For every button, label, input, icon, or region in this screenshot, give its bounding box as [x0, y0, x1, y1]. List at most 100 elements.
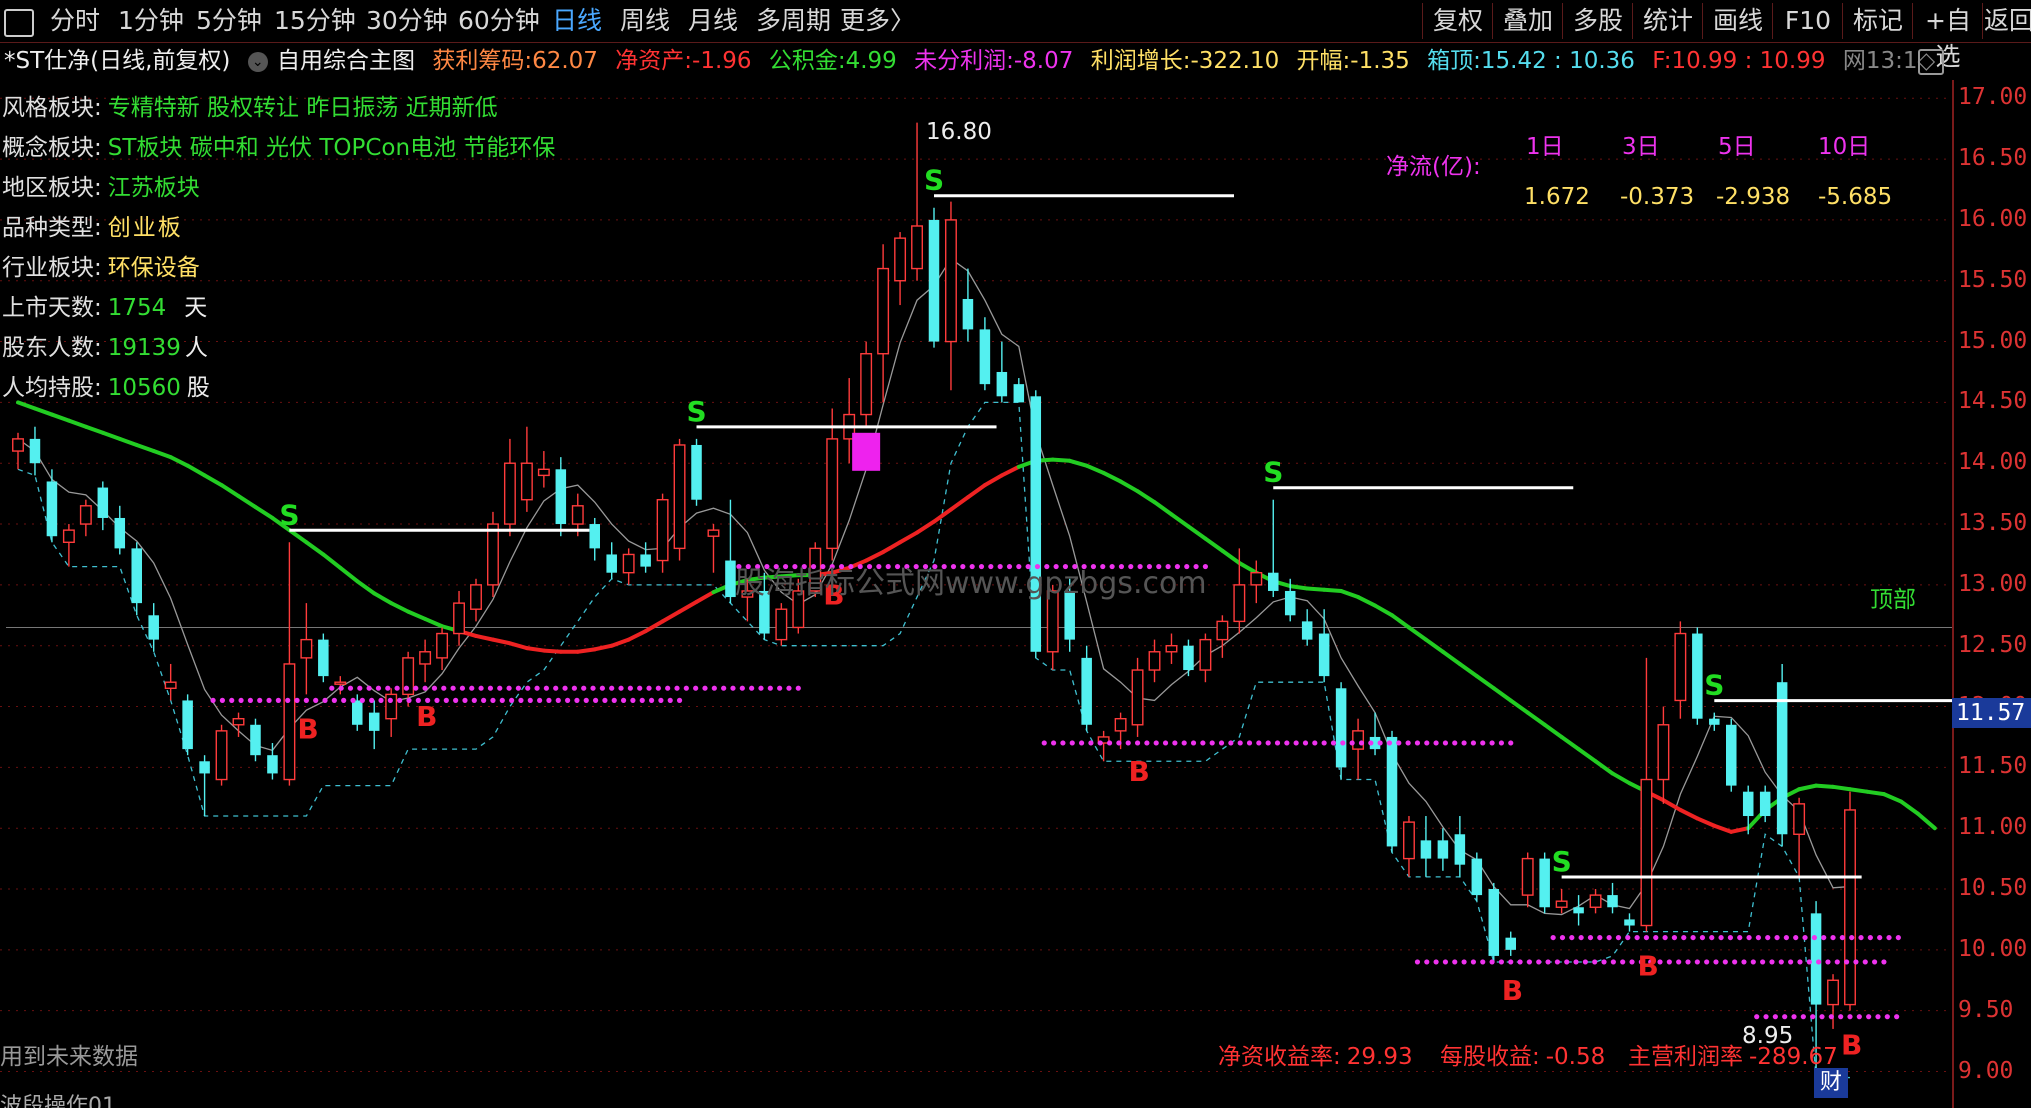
support-dot — [1856, 1014, 1862, 1020]
support-dot — [1172, 740, 1178, 746]
sell-signal-marker: S — [279, 498, 299, 531]
support-dot — [1825, 959, 1831, 965]
support-dot — [553, 685, 559, 691]
axis-tick-label: 10.50 — [1958, 875, 2028, 902]
support-dot — [490, 697, 496, 703]
trend-line-segment — [1152, 500, 1174, 517]
candle-body — [537, 468, 550, 477]
support-dot — [462, 697, 468, 703]
concept-sector-value: ST板块 碳中和 光伏 TOPCon电池 节能环保 — [107, 135, 556, 161]
candle-body — [707, 529, 720, 537]
trend-line-segment — [1610, 771, 1632, 786]
support-dot — [1634, 934, 1640, 941]
toolbar-menu-icon[interactable] — [4, 9, 34, 37]
concept-sector-row: 概念板块: ST板块 碳中和 光伏 TOPCon电池 节能环保 — [2, 131, 555, 165]
support-dot — [1340, 740, 1346, 746]
period-tab-6[interactable]: 日线 — [552, 5, 602, 37]
support-dot — [1078, 740, 1085, 746]
candle-body — [1454, 834, 1466, 865]
trend-line-segment — [898, 530, 920, 545]
net-flow-value-5d: -2.938 — [1716, 184, 1791, 210]
trend-line-segment — [490, 637, 512, 646]
candle-body — [911, 225, 923, 270]
candle-body — [1233, 584, 1246, 623]
support-dot — [506, 685, 512, 691]
candle-body — [1776, 682, 1788, 835]
support-dot — [1783, 934, 1789, 941]
toolbar-button-2[interactable]: 多股 — [1562, 3, 1633, 39]
support-dot — [1461, 740, 1467, 746]
support-dot — [1606, 934, 1612, 941]
support-dot — [406, 697, 412, 703]
period-tab-2[interactable]: 5分钟 — [196, 5, 262, 37]
trend-line-segment — [1542, 722, 1564, 739]
candle-body — [97, 487, 109, 518]
period-tab-5[interactable]: 60分钟 — [458, 5, 540, 37]
toolbar-button-6[interactable]: 标记 — [1842, 3, 1913, 39]
period-tab-3[interactable]: 15分钟 — [274, 5, 356, 37]
candle-body — [419, 651, 432, 665]
support-dot — [229, 697, 235, 703]
support-dot — [1069, 740, 1075, 746]
toolbar-button-4[interactable]: 画线 — [1702, 3, 1773, 39]
support-dot — [609, 685, 615, 691]
style-sector-label: 风格板块: — [2, 95, 102, 121]
candle-body — [1589, 894, 1602, 908]
support-dot — [1709, 934, 1715, 941]
support-dot — [509, 697, 515, 703]
trend-line-segment — [1559, 734, 1581, 752]
period-tab-1[interactable]: 1分钟 — [118, 5, 184, 37]
toolbar-button-7[interactable]: +自选 — [1912, 3, 1983, 71]
support-dot — [1853, 959, 1859, 965]
candle-body — [1827, 979, 1839, 1006]
candle-body — [622, 553, 635, 574]
support-dot — [1718, 934, 1724, 941]
period-tab-7[interactable]: 周线 — [620, 5, 670, 37]
bottom-tab[interactable]: 波段操作01 — [0, 1092, 116, 1108]
toolbar-button-3[interactable]: 统计 — [1632, 3, 1703, 39]
support-dot — [1470, 740, 1477, 746]
profit-growth-label: 利润增长: — [1090, 48, 1191, 74]
toolbar-button-1[interactable]: 叠加 — [1492, 3, 1563, 39]
support-dot — [1819, 1014, 1825, 1020]
holders-value: 19139 — [107, 335, 181, 361]
indicator-name[interactable]: 自用综合主图 — [277, 48, 415, 74]
buy-signal-marker: B — [297, 712, 318, 745]
period-tab-4[interactable]: 30分钟 — [366, 5, 448, 37]
industry-sector-row: 行业板块: 环保设备 — [2, 251, 200, 285]
period-tab-9[interactable]: 多周期 — [756, 5, 831, 37]
trend-line-segment — [677, 599, 699, 614]
support-dot — [795, 685, 801, 691]
net-flow-header-10d: 10日 — [1818, 134, 1871, 160]
support-dot — [1116, 740, 1122, 746]
trend-line-segment — [982, 473, 1004, 488]
top-label: 顶部 — [1870, 587, 1916, 613]
candle-body — [691, 444, 702, 500]
toolbar-button-5[interactable]: F10 — [1772, 3, 1843, 39]
support-dot — [275, 697, 281, 703]
support-dot — [1699, 934, 1706, 941]
buy-signal-marker: B — [1502, 974, 1523, 1007]
candle-body — [318, 639, 329, 677]
net-flow-label: 净流(亿): — [1386, 154, 1481, 180]
support-dot — [431, 685, 438, 691]
period-tab-8[interactable]: 月线 — [688, 5, 738, 37]
stock-title[interactable]: *ST仕净(日线,前复权) — [4, 48, 230, 74]
period-tab-0[interactable]: 分时 — [50, 5, 100, 37]
trend-line-segment — [592, 643, 614, 652]
trend-line-segment — [1712, 823, 1734, 834]
support-dot — [1442, 740, 1449, 746]
trend-line-segment — [1288, 584, 1310, 591]
toolbar-button-0[interactable]: 复权 — [1422, 3, 1493, 39]
sell-signal-marker: S — [687, 395, 707, 428]
candle-body — [1471, 858, 1483, 896]
infobar-scroll-toggle[interactable] — [1918, 49, 1944, 75]
support-dot — [1676, 959, 1682, 965]
candle-body — [1268, 572, 1279, 591]
trend-line-segment — [423, 616, 445, 629]
toolbar-button-8[interactable]: 返回 — [1982, 3, 2031, 39]
profit-growth-value: -322.10 — [1190, 48, 1280, 74]
support-dot — [1265, 740, 1271, 746]
period-tab-10[interactable]: 更多〉 — [840, 5, 915, 37]
indicator-dropdown-icon[interactable]: ⌄ — [247, 51, 268, 72]
